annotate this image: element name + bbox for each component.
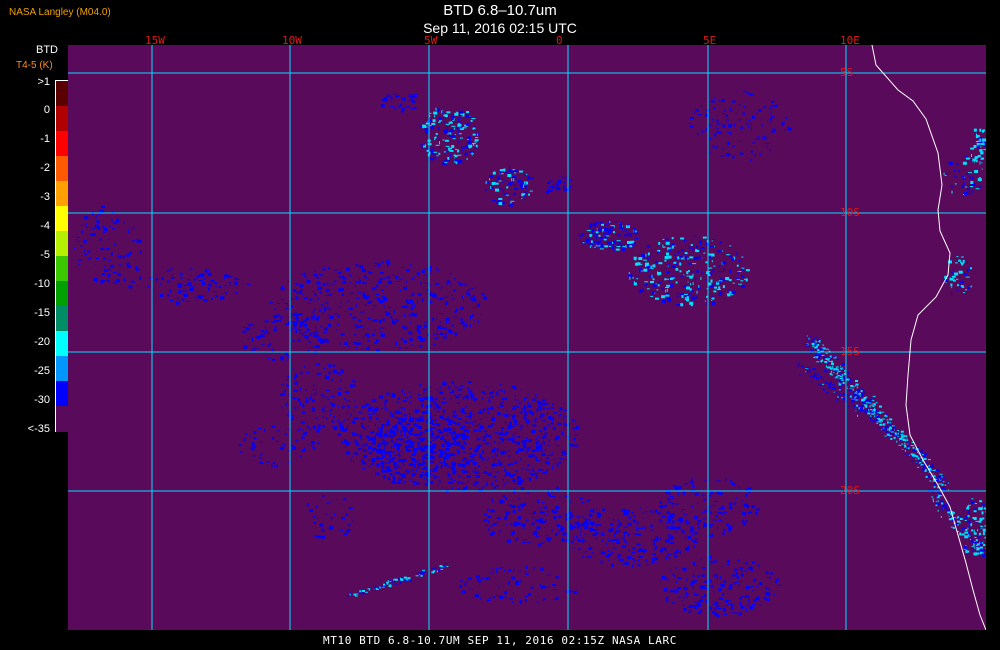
colorbar-tick-label: -15 (34, 307, 50, 319)
latitude-label: 5S (840, 66, 854, 79)
colorbar-tick-label: -10 (34, 278, 50, 290)
longitude-label: 10E (840, 34, 860, 47)
longitude-label: 5W (424, 34, 438, 47)
provider-label: NASA Langley (M04.0) (9, 7, 111, 18)
colorbar-tick-label: -25 (34, 365, 50, 377)
colorbar-tick-label: -30 (34, 394, 50, 406)
latitude-label: 15S (840, 345, 860, 358)
colorbar-tick-label: -5 (40, 249, 50, 261)
longitude-label: 15W (145, 34, 165, 47)
colorbar-tick-label: -2 (40, 162, 50, 174)
colorbar-title: BTD (36, 44, 58, 56)
colorbar-tick-label: <-35 (27, 423, 50, 435)
colorbar-tick-label: -20 (34, 336, 50, 348)
colorbar-tick-label: >1 (37, 76, 50, 88)
colorbar-units: T4-5 (K) (16, 60, 53, 71)
footer-caption: MT10 BTD 6.8-10.7UM SEP 11, 2016 02:15Z … (323, 634, 677, 647)
colorbar-tick-label: 0 (43, 104, 50, 116)
latitude-label: 10S (840, 206, 860, 219)
longitude-label: 10W (282, 34, 302, 47)
image-title: BTD 6.8–10.7um (443, 2, 557, 19)
latitude-label: 20S (840, 484, 860, 497)
longitude-label: 5E (703, 34, 717, 47)
colorbar-tick-label: -4 (40, 220, 50, 232)
colorbar-tick-label: -1 (40, 133, 50, 145)
satellite-map (68, 45, 986, 630)
longitude-label: 0 (556, 34, 563, 47)
colorbar-tick-label: -3 (40, 191, 50, 203)
